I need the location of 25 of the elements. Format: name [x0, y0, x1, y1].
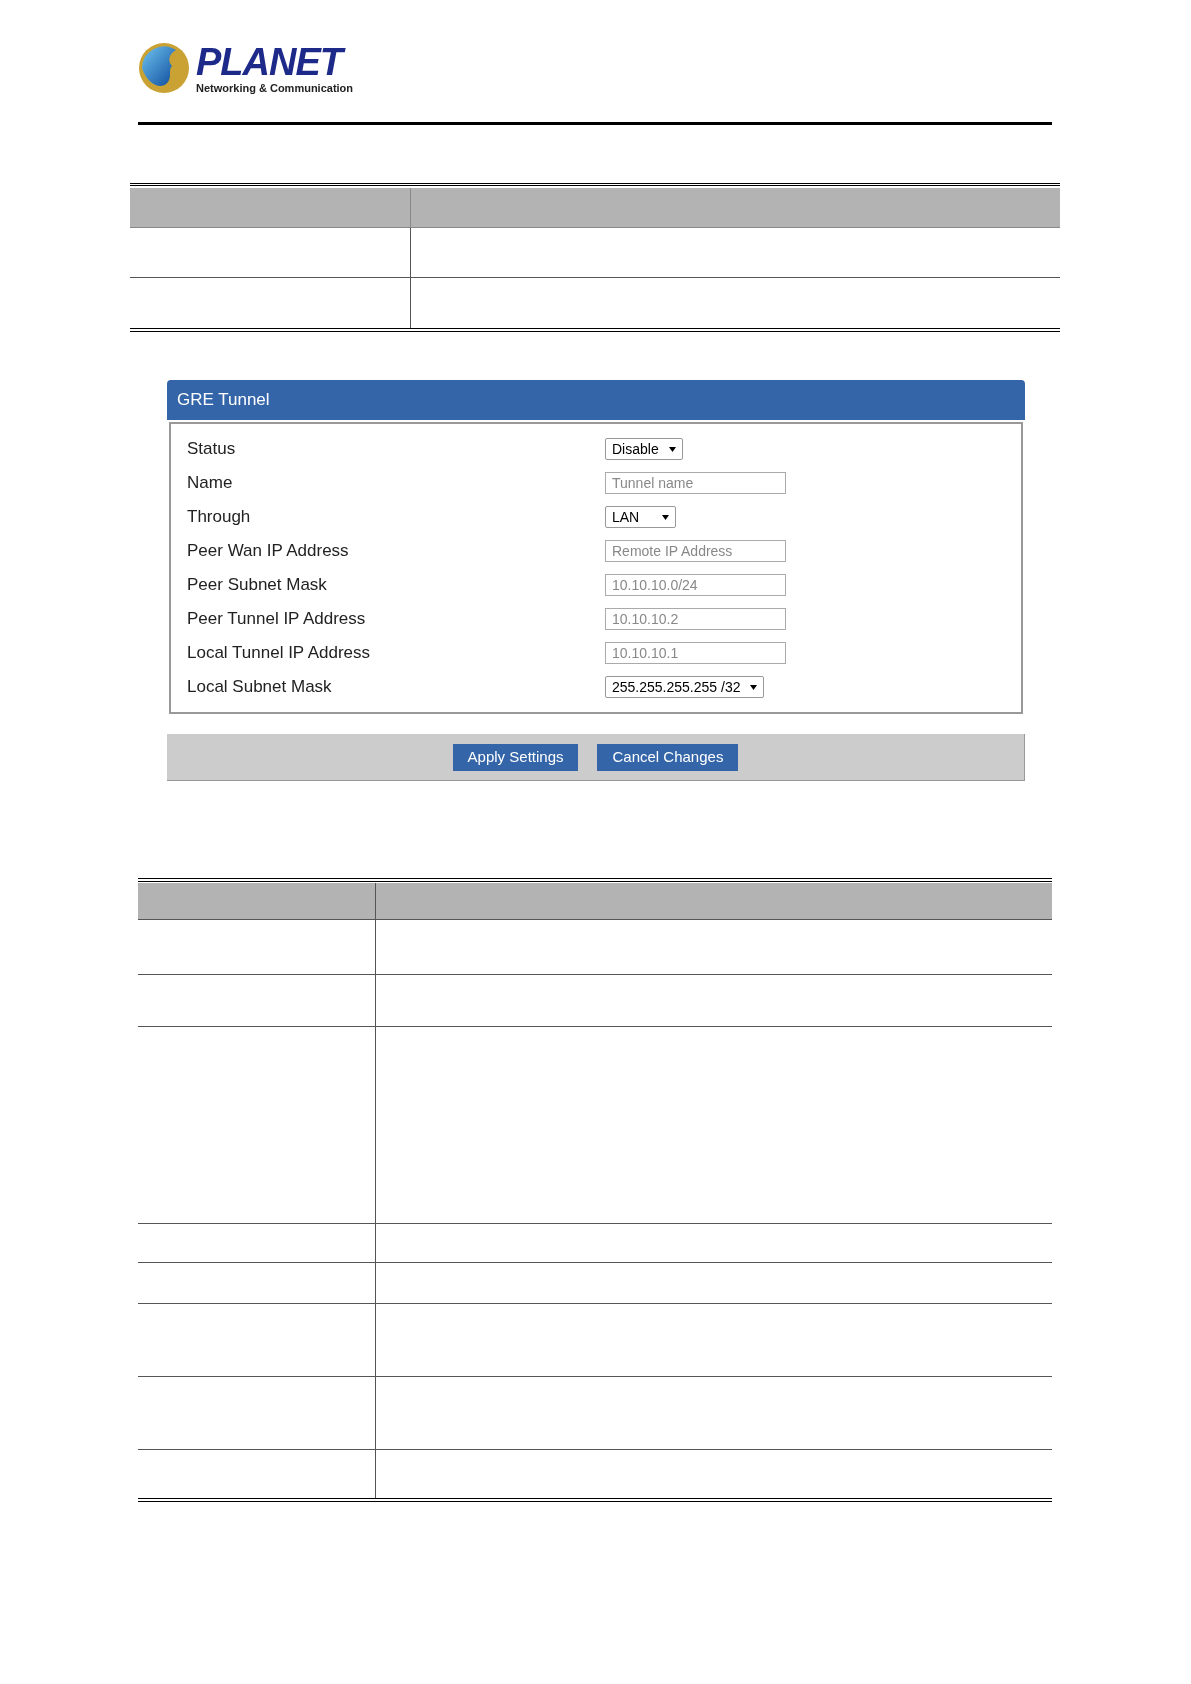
caret-icon	[668, 446, 676, 452]
action-button[interactable]: Cancel Changes	[597, 743, 739, 771]
panel-header: GRE Tunnel	[167, 380, 1025, 420]
input-field[interactable]: Tunnel name	[605, 472, 786, 494]
field-label: Peer Wan IP Address	[187, 540, 350, 563]
caret-icon	[662, 514, 669, 520]
field-label: Status	[187, 438, 237, 461]
field-label: Name	[187, 472, 234, 495]
field-label: Local Tunnel IP Address	[187, 642, 372, 665]
field-label: Peer Tunnel IP Address	[187, 608, 367, 631]
input-field[interactable]: Remote IP Address	[605, 540, 786, 562]
input-field[interactable]: 10.10.10.2	[605, 608, 786, 630]
action-button[interactable]: Apply Settings	[452, 743, 579, 771]
caret-icon	[750, 684, 758, 690]
dropdown[interactable]: LAN	[605, 506, 676, 528]
logo-wordmark: PLANET	[196, 42, 354, 81]
dropdown[interactable]: Disable	[605, 438, 683, 460]
field-label: Peer Subnet Mask	[187, 574, 328, 597]
field-label: Local Subnet Mask	[187, 676, 333, 699]
input-field[interactable]: 10.10.10.1	[605, 642, 786, 664]
dropdown[interactable]: 255.255.255.255 /32	[605, 676, 765, 698]
logo-tagline: Networking & Communication	[196, 82, 354, 94]
globe-icon	[138, 42, 190, 94]
input-field[interactable]: 10.10.10.0/24	[605, 574, 786, 596]
field-label: Through	[187, 506, 252, 529]
